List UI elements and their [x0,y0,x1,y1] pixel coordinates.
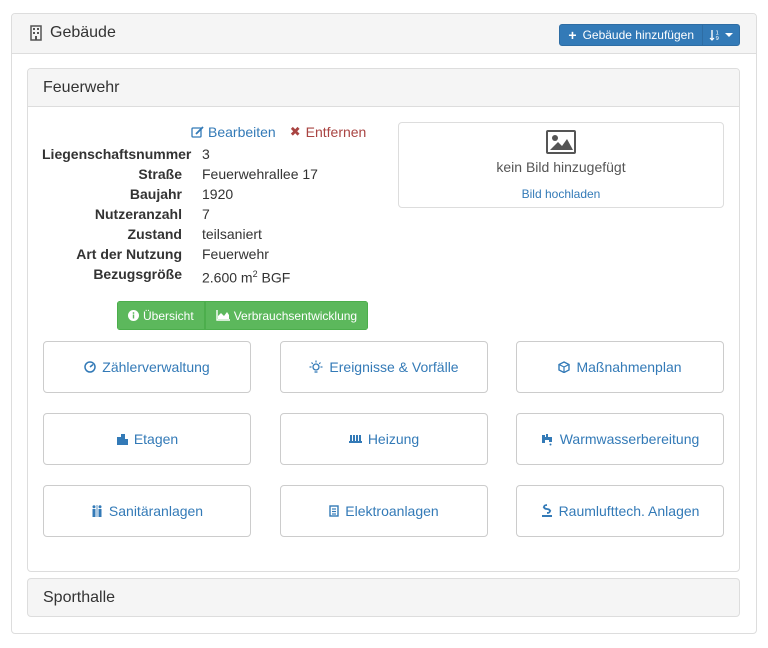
upload-image-link[interactable]: Bild hochladen [399,187,723,201]
hot-water-tile[interactable]: Warmwasserbereitung [516,413,724,465]
page-title: Gebäude [30,24,116,42]
tile-label: Etagen [133,431,179,447]
sanitary-tile[interactable]: Sanitäranlagen [43,485,251,537]
tile-label: Sanitäranlagen [108,503,204,519]
remove-label: Entfernen [305,124,367,140]
building-panel-header[interactable]: Feuerwehr [28,69,739,107]
property-row: Straße Feuerwehrallee 17 [42,164,318,184]
electrical-tile[interactable]: Elektroanlagen [280,485,488,537]
action-plan-tile[interactable]: Maßnahmenplan [516,341,724,393]
cube-icon [558,361,571,373]
add-building-label: Gebäude hinzufügen [582,28,694,42]
property-key: Baujahr [129,186,182,202]
overview-button[interactable]: Übersicht [117,301,205,330]
property-key: Liegenschaftsnummer [42,146,192,162]
building-properties: Liegenschaftsnummer 3 Straße Feuerwehral… [42,144,318,286]
property-row: Art der Nutzung Feuerwehr [42,244,318,264]
overview-label: Übersicht [143,308,194,323]
edit-icon [191,125,204,138]
restroom-icon [92,505,102,517]
property-row: Liegenschaftsnummer 3 [42,144,318,164]
building-panel-sporthalle[interactable]: Sporthalle [27,578,740,617]
property-row: Baujahr 1920 [42,184,318,204]
property-value: 1920 [202,186,234,202]
property-key: Straße [138,166,182,182]
add-building-button[interactable]: + Gebäude hinzufügen [560,25,702,45]
building-image-box: kein Bild hinzugefügt Bild hochladen [398,122,724,208]
sort-icon: 1 9 [709,30,720,41]
tile-label: Ereignisse & Vorfälle [329,359,459,375]
property-row: Zustand teilsaniert [42,224,318,244]
no-image-text: kein Bild hinzugefügt [496,159,626,175]
edit-link[interactable]: Bearbeiten [191,124,276,140]
svg-text:9: 9 [716,36,720,41]
tile-label: Raumlufttech. Anlagen [558,503,700,519]
building-icon [30,25,42,41]
chevron-down-icon [725,33,733,37]
page-title-text: Gebäude [50,24,116,41]
consumption-trend-button[interactable]: Verbrauchsentwicklung [204,301,369,330]
edit-label: Bearbeiten [208,124,276,140]
property-value: 7 [202,206,210,222]
property-value: teilsaniert [202,226,262,242]
property-value: Feuerwehr [202,246,269,262]
floors-tile[interactable]: Etagen [43,413,251,465]
gauge-icon [84,361,97,373]
sort-dropdown-button[interactable]: 1 9 [702,25,739,45]
property-key: Nutzeranzahl [94,206,182,222]
remove-link[interactable]: ✖ Entfernen [290,124,367,140]
faucet-icon [541,433,552,445]
events-tile[interactable]: Ereignisse & Vorfälle [280,341,488,393]
area-value: 2.600 m [202,269,253,286]
property-row: Nutzeranzahl 7 [42,204,318,224]
tile-label: Heizung [367,431,420,447]
heating-tile[interactable]: Heizung [280,413,488,465]
building-icon [116,434,128,445]
property-key: Bezugsgröße [93,266,182,282]
consumption-trend-label: Verbrauchsentwicklung [233,308,358,323]
area-chart-icon [215,310,230,321]
property-value: Feuerwehrallee 17 [202,166,318,182]
add-building-button-group: + Gebäude hinzufügen 1 9 [559,24,740,46]
building-name: Feuerwehr [43,79,120,96]
property-row: Bezugsgröße 2.600 m2 BGF [42,264,318,286]
property-value: 2.600 m2 BGF [202,264,291,286]
tile-label: Maßnahmenplan [576,359,682,375]
property-key: Art der Nutzung [76,246,182,262]
tile-label: Warmwasserbereitung [559,431,700,447]
image-icon [546,130,576,154]
building-name: Sporthalle [43,589,116,606]
area-unit: BGF [257,269,291,286]
tile-label: Zählerverwaltung [102,359,210,375]
meter-management-tile[interactable]: Zählerverwaltung [43,341,251,393]
tile-label: Elektroanlagen [345,503,439,519]
property-value: 3 [202,146,210,162]
remove-icon: ✖ [289,124,301,139]
fuse-box-icon [329,505,339,517]
view-button-group: Übersicht Verbrauchsentwicklung [117,301,369,330]
property-key: Zustand [127,226,182,242]
plus-icon: + [568,27,577,43]
ventilation-icon [541,504,552,517]
heater-icon [348,435,362,443]
building-actions: Bearbeiten ✖ Entfernen [191,124,366,140]
buildings-panel-header: Gebäude + Gebäude hinzufügen 1 9 [12,14,756,54]
ventilation-tile[interactable]: Raumlufttech. Anlagen [516,485,724,537]
lightbulb-icon [309,360,323,373]
info-icon [128,310,139,321]
